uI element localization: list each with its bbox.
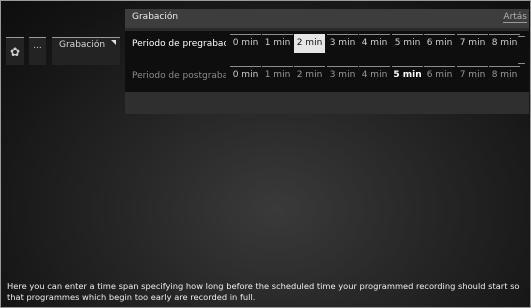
post-option-3[interactable]: 3 min: [327, 66, 358, 85]
settings-button[interactable]: ✿: [6, 37, 24, 65]
more-options-marker: [518, 36, 525, 37]
pre-recording-options: 0 min 1 min 2 min 3 min 4 min 5 min 6 mi…: [230, 31, 529, 57]
pre-recording-row[interactable]: Periodo de pregrabación 0 min 1 min 2 mi…: [125, 31, 529, 57]
pre-option-8[interactable]: 8 min: [489, 34, 520, 53]
panel-footer: [125, 92, 529, 114]
pre-option-6[interactable]: 6 min: [424, 34, 455, 53]
settings-rows: Periodo de pregrabación 0 min 1 min 2 mi…: [125, 31, 529, 92]
pre-option-0[interactable]: 0 min: [230, 34, 261, 53]
recording-menu-label: Grabación: [59, 40, 106, 50]
pre-option-1[interactable]: 1 min: [262, 34, 293, 53]
recording-settings-panel: Grabación Artás Periodo de pregrabación …: [125, 9, 529, 114]
more-button[interactable]: ...: [29, 37, 46, 65]
pre-option-5[interactable]: 5 min: [392, 34, 423, 53]
post-recording-label: Periodo de postgrabación: [132, 71, 226, 81]
panel-header: Grabación Artás: [125, 9, 529, 28]
post-option-6[interactable]: 6 min: [424, 66, 455, 85]
pre-option-2-selected[interactable]: 2 min: [294, 34, 325, 53]
post-recording-options: 0 min 1 min 2 min 3 min 4 min 5 min 6 mi…: [230, 63, 529, 89]
post-option-5-selected[interactable]: 5 min: [392, 66, 423, 85]
back-button[interactable]: Artás: [503, 12, 527, 23]
pre-recording-label: Periodo de pregrabación: [132, 39, 226, 49]
more-label: ...: [33, 41, 42, 51]
post-option-7[interactable]: 7 min: [457, 66, 488, 85]
recording-menu-button[interactable]: Grabación: [52, 37, 120, 65]
gear-icon: ✿: [9, 44, 21, 59]
tv-menu-screen: ✿ ... Grabación Grabación Artás Periodo …: [0, 0, 531, 308]
pre-option-7[interactable]: 7 min: [457, 34, 488, 53]
pre-option-3[interactable]: 3 min: [327, 34, 358, 53]
post-option-2[interactable]: 2 min: [294, 66, 325, 85]
post-recording-row[interactable]: Periodo de postgrabación 0 min 1 min 2 m…: [125, 63, 529, 89]
post-option-1[interactable]: 1 min: [262, 66, 293, 85]
more-options-marker: [518, 63, 525, 64]
corner-marker-icon: [111, 40, 116, 45]
post-option-8[interactable]: 8 min: [489, 66, 520, 85]
pre-option-4[interactable]: 4 min: [359, 34, 390, 53]
post-option-0[interactable]: 0 min: [230, 66, 261, 85]
help-text: Here you can enter a time span specifyin…: [7, 281, 520, 302]
panel-title: Grabación: [132, 12, 179, 22]
post-option-4[interactable]: 4 min: [359, 66, 390, 85]
